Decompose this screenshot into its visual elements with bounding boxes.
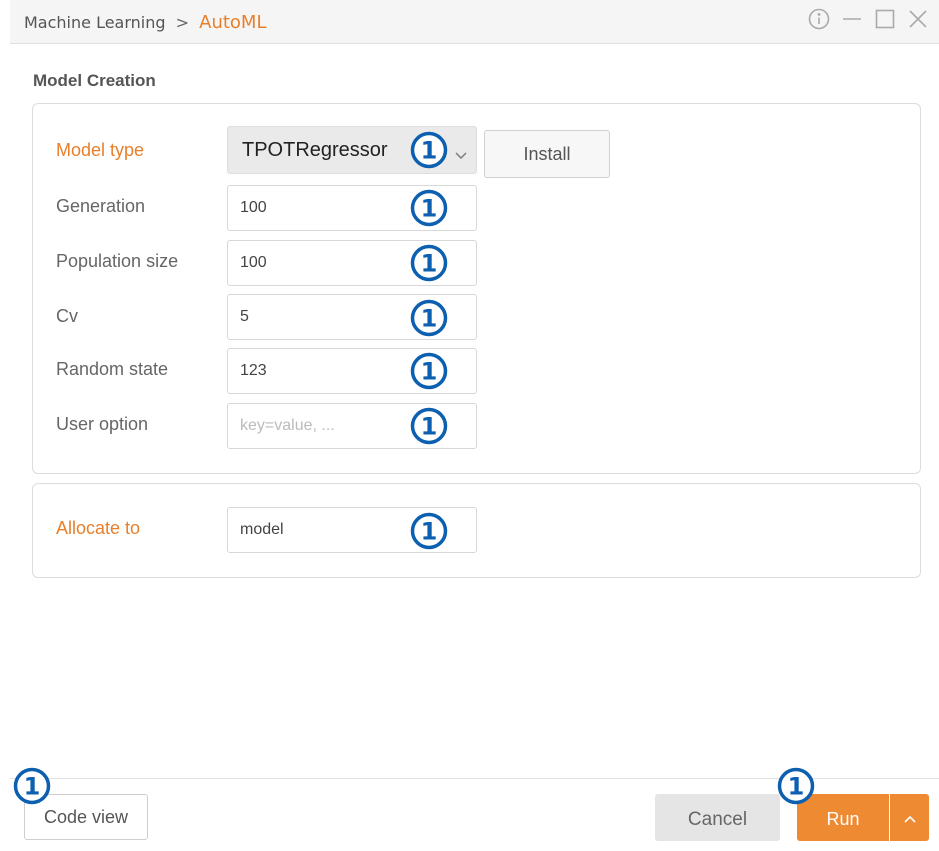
chevron-down-icon (455, 145, 467, 164)
svg-text:1: 1 (788, 773, 805, 801)
close-icon[interactable] (907, 8, 929, 30)
section-title: Model Creation (33, 71, 156, 90)
svg-text:1: 1 (421, 518, 438, 546)
annotation-marker: 1 (776, 766, 816, 806)
window-controls (808, 8, 929, 30)
svg-text:1: 1 (421, 195, 438, 223)
cv-label: Cv (56, 306, 78, 326)
annotation-marker: 1 (409, 243, 449, 283)
install-button[interactable]: Install (484, 130, 610, 178)
population-size-label: Population size (56, 251, 179, 271)
annotation-marker: 1 (409, 130, 449, 170)
annotation-marker: 1 (409, 351, 449, 391)
svg-text:1: 1 (421, 137, 438, 165)
model-type-value: TPOTRegressor (242, 139, 388, 161)
user-option-label: User option (56, 414, 149, 434)
title-bar: Machine Learning > AutoML (10, 0, 939, 44)
breadcrumb: Machine Learning > AutoML (24, 12, 266, 33)
model-type-label: Model type (56, 140, 145, 160)
annotation-marker: 1 (409, 298, 449, 338)
run-options-button[interactable] (890, 794, 929, 841)
breadcrumb-parent[interactable]: Machine Learning (24, 13, 166, 32)
generation-label: Generation (56, 196, 146, 216)
annotation-marker: 1 (409, 511, 449, 551)
random-state-label: Random state (56, 359, 169, 379)
minimize-icon[interactable] (841, 8, 863, 30)
svg-text:1: 1 (24, 773, 41, 801)
maximize-icon[interactable] (874, 8, 896, 30)
svg-text:1: 1 (421, 413, 438, 441)
svg-text:1: 1 (421, 250, 438, 278)
breadcrumb-current: AutoML (199, 12, 267, 33)
annotation-marker: 1 (409, 406, 449, 446)
svg-text:1: 1 (421, 358, 438, 386)
info-icon[interactable] (808, 8, 830, 30)
allocate-label: Allocate to (56, 518, 141, 538)
annotation-marker: 1 (12, 766, 52, 806)
cancel-button[interactable]: Cancel (655, 794, 780, 841)
svg-text:1: 1 (421, 305, 438, 333)
chevron-up-icon (903, 808, 916, 827)
breadcrumb-separator: > (175, 13, 190, 32)
annotation-marker: 1 (409, 188, 449, 228)
